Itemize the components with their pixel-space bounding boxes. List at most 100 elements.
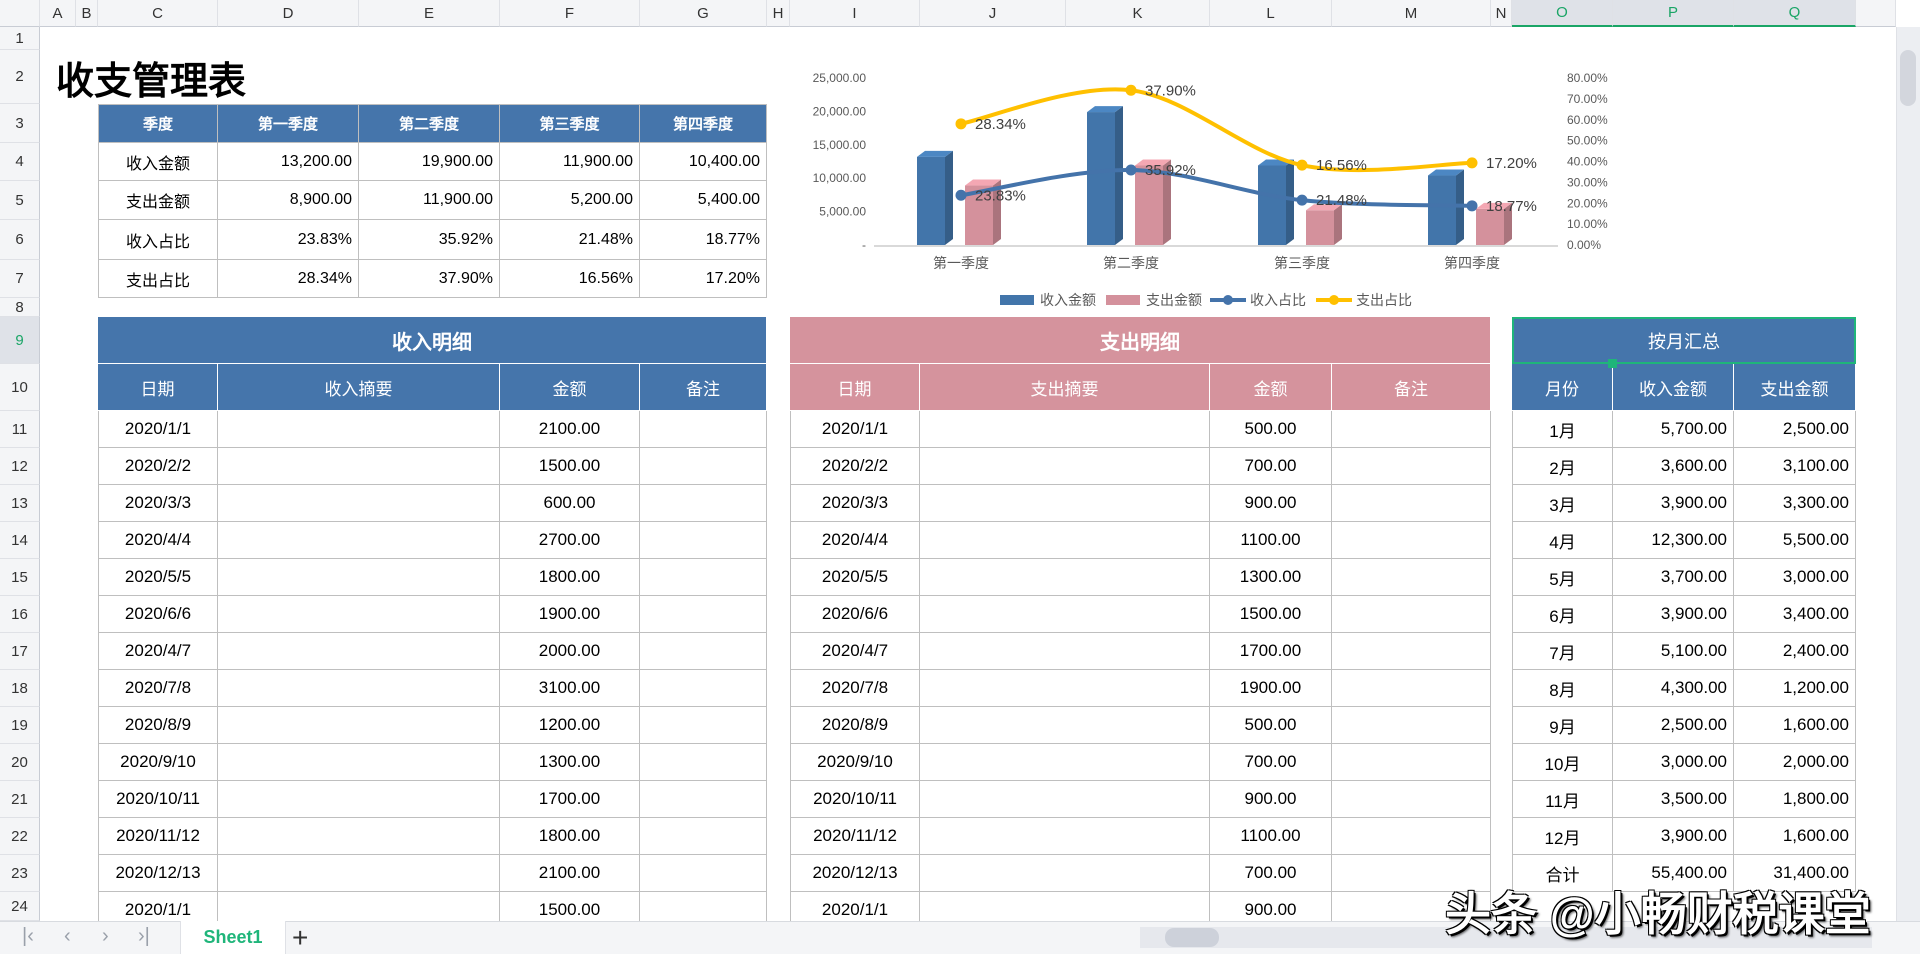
expense-note-cell[interactable] — [1332, 522, 1491, 559]
expense-date-cell[interactable]: 2020/10/11 — [790, 781, 920, 818]
income-header-1[interactable]: 收入摘要 — [218, 364, 500, 411]
monthly-expense-cell[interactable]: 3,400.00 — [1734, 596, 1856, 633]
row-header-14[interactable]: 14 — [0, 522, 40, 559]
expense-amount-cell[interactable]: 900.00 — [1210, 781, 1332, 818]
expense-summary-cell[interactable] — [920, 855, 1210, 892]
prev-sheet-icon[interactable]: ‹ — [64, 925, 71, 948]
monthly-month-cell[interactable]: 3月 — [1512, 485, 1613, 522]
monthly-income-cell[interactable]: 3,700.00 — [1613, 559, 1734, 596]
expense-amount-cell[interactable]: 1100.00 — [1210, 522, 1332, 559]
next-sheet-icon[interactable]: › — [102, 925, 109, 948]
income-date-cell[interactable]: 2020/4/4 — [98, 522, 218, 559]
expense-amount-cell[interactable]: 500.00 — [1210, 707, 1332, 744]
income-date-cell[interactable]: 2020/7/8 — [98, 670, 218, 707]
income-date-cell[interactable]: 2020/10/11 — [98, 781, 218, 818]
fill-handle[interactable] — [1608, 359, 1617, 368]
expense-amount-cell[interactable]: 900.00 — [1210, 485, 1332, 522]
income-amount-cell[interactable]: 1800.00 — [500, 559, 640, 596]
expense-date-cell[interactable]: 2020/12/13 — [790, 855, 920, 892]
expense-note-cell[interactable] — [1332, 670, 1491, 707]
income-summary-cell[interactable] — [218, 855, 500, 892]
income-note-cell[interactable] — [640, 522, 767, 559]
monthly-expense-cell[interactable]: 5,500.00 — [1734, 522, 1856, 559]
monthly-month-cell[interactable]: 12月 — [1512, 818, 1613, 855]
income-note-cell[interactable] — [640, 744, 767, 781]
last-sheet-icon[interactable]: ›| — [138, 925, 150, 948]
income-amount-cell[interactable]: 600.00 — [500, 485, 640, 522]
expense-date-cell[interactable]: 2020/2/2 — [790, 448, 920, 485]
row-header-16[interactable]: 16 — [0, 596, 40, 633]
income-date-cell[interactable]: 2020/11/12 — [98, 818, 218, 855]
expense-header-3[interactable]: 备注 — [1332, 364, 1491, 411]
income-date-cell[interactable]: 2020/6/6 — [98, 596, 218, 633]
expense-summary-cell[interactable] — [920, 707, 1210, 744]
income-amount-cell[interactable]: 1300.00 — [500, 744, 640, 781]
expense-summary-cell[interactable] — [920, 818, 1210, 855]
monthly-month-cell[interactable]: 8月 — [1512, 670, 1613, 707]
row-header-13[interactable]: 13 — [0, 485, 40, 522]
row-header-21[interactable]: 21 — [0, 781, 40, 818]
monthly-income-cell[interactable]: 5,700.00 — [1613, 411, 1734, 448]
monthly-expense-cell[interactable]: 2,400.00 — [1734, 633, 1856, 670]
expense-date-cell[interactable]: 2020/4/7 — [790, 633, 920, 670]
row-header-12[interactable]: 12 — [0, 448, 40, 485]
row-header-20[interactable]: 20 — [0, 744, 40, 781]
income-amount-cell[interactable]: 2100.00 — [500, 411, 640, 448]
income-amount-cell[interactable]: 1800.00 — [500, 818, 640, 855]
income-date-cell[interactable]: 2020/12/13 — [98, 855, 218, 892]
expense-summary-cell[interactable] — [920, 744, 1210, 781]
expense-date-cell[interactable]: 2020/5/5 — [790, 559, 920, 596]
income-date-cell[interactable]: 2020/4/7 — [98, 633, 218, 670]
row-header-11[interactable]: 11 — [0, 411, 40, 448]
add-sheet-button[interactable]: + — [292, 921, 308, 954]
income-amount-cell[interactable]: 1500.00 — [500, 448, 640, 485]
horizontal-scroll-thumb[interactable] — [1165, 928, 1219, 947]
income-note-cell[interactable] — [640, 818, 767, 855]
expense-amount-cell[interactable]: 700.00 — [1210, 744, 1332, 781]
monthly-expense-cell[interactable]: 3,100.00 — [1734, 448, 1856, 485]
expense-summary-cell[interactable] — [920, 522, 1210, 559]
income-note-cell[interactable] — [640, 855, 767, 892]
income-note-cell[interactable] — [640, 781, 767, 818]
income-amount-cell[interactable]: 1700.00 — [500, 781, 640, 818]
expense-summary-cell[interactable] — [920, 559, 1210, 596]
expense-note-cell[interactable] — [1332, 781, 1491, 818]
income-note-cell[interactable] — [640, 596, 767, 633]
monthly-month-cell[interactable]: 1月 — [1512, 411, 1613, 448]
monthly-month-cell[interactable]: 6月 — [1512, 596, 1613, 633]
expense-summary-cell[interactable] — [920, 670, 1210, 707]
expense-note-cell[interactable] — [1332, 633, 1491, 670]
expense-note-cell[interactable] — [1332, 744, 1491, 781]
monthly-income-cell[interactable]: 4,300.00 — [1613, 670, 1734, 707]
expense-date-cell[interactable]: 2020/6/6 — [790, 596, 920, 633]
income-summary-cell[interactable] — [218, 781, 500, 818]
monthly-income-cell[interactable]: 3,900.00 — [1613, 596, 1734, 633]
income-date-cell[interactable]: 2020/9/10 — [98, 744, 218, 781]
expense-date-cell[interactable]: 2020/8/9 — [790, 707, 920, 744]
monthly-month-cell[interactable]: 2月 — [1512, 448, 1613, 485]
expense-note-cell[interactable] — [1332, 559, 1491, 596]
monthly-expense-cell[interactable]: 2,500.00 — [1734, 411, 1856, 448]
expense-summary-cell[interactable] — [920, 596, 1210, 633]
income-header-0[interactable]: 日期 — [98, 364, 218, 411]
monthly-header-1[interactable]: 收入金额 — [1613, 364, 1734, 411]
income-summary-cell[interactable] — [218, 818, 500, 855]
row-header-17[interactable]: 17 — [0, 633, 40, 670]
income-date-cell[interactable]: 2020/1/1 — [98, 411, 218, 448]
monthly-expense-cell[interactable]: 1,800.00 — [1734, 781, 1856, 818]
vertical-scroll-thumb[interactable] — [1900, 50, 1916, 106]
expense-note-cell[interactable] — [1332, 485, 1491, 522]
income-summary-cell[interactable] — [218, 596, 500, 633]
income-date-cell[interactable]: 2020/2/2 — [98, 448, 218, 485]
monthly-income-cell[interactable]: 12,300.00 — [1613, 522, 1734, 559]
row-header-18[interactable]: 18 — [0, 670, 40, 707]
income-note-cell[interactable] — [640, 670, 767, 707]
monthly-month-cell[interactable]: 10月 — [1512, 744, 1613, 781]
monthly-income-cell[interactable]: 3,500.00 — [1613, 781, 1734, 818]
monthly-income-cell[interactable]: 2,500.00 — [1613, 707, 1734, 744]
monthly-month-cell[interactable]: 7月 — [1512, 633, 1613, 670]
monthly-month-cell[interactable]: 11月 — [1512, 781, 1613, 818]
row-header-10[interactable]: 10 — [0, 364, 40, 411]
income-summary-cell[interactable] — [218, 707, 500, 744]
income-date-cell[interactable]: 2020/3/3 — [98, 485, 218, 522]
